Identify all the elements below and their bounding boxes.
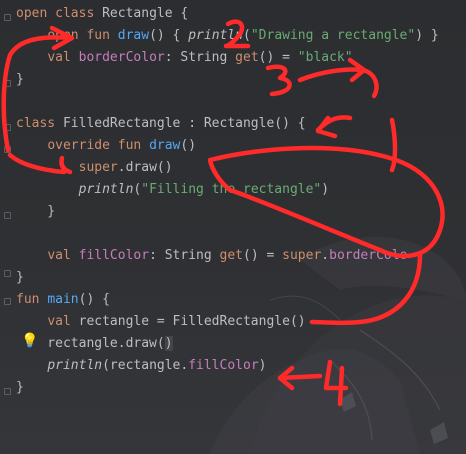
code-token: borderColo: [329, 248, 408, 263]
fold-marker-icon[interactable]: [4, 124, 11, 131]
code-token: () =: [243, 248, 283, 263]
code-token: super: [282, 248, 322, 263]
code-line[interactable]: open fun draw() { println("Drawing a rec…: [16, 25, 439, 47]
code-line[interactable]: super.draw(): [16, 157, 173, 179]
loop-main: [207, 145, 445, 259]
code-line[interactable]: }: [16, 69, 24, 91]
code-token: val: [47, 314, 79, 329]
code-token: class: [16, 116, 63, 131]
mark-4-head: [277, 365, 295, 391]
code-line[interactable]: }: [16, 201, 55, 223]
code-token: }: [16, 270, 24, 285]
code-token: ): [258, 358, 267, 373]
code-line[interactable]: }: [16, 267, 24, 289]
code-token: () {: [149, 28, 189, 43]
code-token: Rectangle {: [102, 6, 189, 21]
code-line[interactable]: val borderColor: String get() = "black": [16, 47, 353, 69]
code-token: get: [235, 50, 259, 65]
code-token: val: [47, 248, 79, 263]
code-line[interactable]: val rectangle = FilledRectangle(): [16, 311, 306, 333]
code-token: main: [47, 292, 79, 307]
fold-marker-icon[interactable]: [4, 212, 11, 219]
mark-4-arrow: [277, 373, 323, 381]
code-token: () {: [78, 292, 110, 307]
code-token: fun: [16, 292, 48, 307]
arrow-to-get: [297, 67, 365, 83]
code-token: draw: [149, 138, 181, 153]
code-token: "Filling the rectangle": [141, 182, 322, 197]
code-token: override: [47, 138, 118, 153]
code-token: .: [321, 248, 330, 263]
code-line[interactable]: println("Filling the rectangle"): [16, 179, 329, 201]
code-token: "black": [297, 50, 353, 65]
fold-marker-icon[interactable]: [4, 146, 11, 153]
code-token: borderColor: [78, 50, 165, 65]
code-token: get: [219, 248, 244, 263]
code-token: fun: [117, 138, 150, 153]
fold-marker-icon[interactable]: [4, 270, 11, 277]
code-line[interactable]: override fun draw(): [16, 135, 196, 157]
code-token: fun: [86, 28, 118, 43]
code-line[interactable]: open class Rectangle {: [16, 3, 188, 25]
code-token: val: [47, 50, 79, 65]
code-token: fillColor: [78, 248, 150, 263]
code-token: println: [47, 358, 103, 373]
code-token: rectangle = FilledRectangle(): [78, 314, 306, 329]
code-token: open: [47, 28, 87, 43]
fold-marker-icon[interactable]: [4, 388, 11, 395]
code-token: draw: [117, 28, 150, 43]
code-token: () =: [258, 50, 298, 65]
code-token: ) }: [415, 28, 439, 43]
code-line[interactable]: val fillColor: String get() = super.bord…: [16, 245, 407, 267]
code-token: println: [78, 182, 134, 197]
mark-1: [389, 117, 398, 173]
code-token: println: [188, 28, 244, 43]
code-token: (rectangle.: [102, 358, 189, 373]
code-line[interactable]: fun main() {: [16, 289, 110, 311]
code-token: open: [16, 6, 56, 21]
code-token: }: [16, 380, 24, 395]
code-token: (: [243, 28, 251, 43]
code-token: (): [180, 138, 197, 153]
code-token: "Drawing a rectangle": [250, 28, 416, 43]
arrow-to-class: [315, 115, 353, 133]
code-line[interactable]: }: [16, 377, 24, 399]
code-token: class: [55, 6, 103, 21]
code-token: super: [78, 160, 118, 175]
arrowhead-class: [315, 115, 338, 139]
code-token: }: [16, 72, 24, 87]
fold-marker-icon[interactable]: [4, 14, 11, 21]
code-token: .draw(): [117, 160, 173, 175]
code-editor[interactable]: 💡 open class Rectangle { open fun draw()…: [0, 0, 466, 454]
code-line[interactable]: rectangle.draw(): [16, 333, 173, 355]
code-token: }: [16, 204, 56, 219]
code-token: ): [321, 182, 330, 197]
mark-3: [265, 64, 292, 97]
editor-gutter: [0, 0, 14, 454]
code-token: ): [164, 336, 173, 351]
mark-4: [323, 359, 349, 407]
curve-to-black: [359, 67, 379, 99]
fold-marker-icon[interactable]: [4, 298, 11, 305]
code-token: FilledRectangle : Rectangle() {: [62, 116, 306, 131]
code-token: : String: [164, 50, 236, 65]
code-token: fillColor: [188, 358, 259, 373]
code-token: rectangle.draw(: [16, 336, 165, 351]
code-token: : String: [149, 248, 220, 263]
fold-marker-icon[interactable]: [4, 80, 11, 87]
code-line[interactable]: println(rectangle.fillColor): [16, 355, 266, 377]
code-line[interactable]: class FilledRectangle : Rectangle() {: [16, 113, 306, 135]
